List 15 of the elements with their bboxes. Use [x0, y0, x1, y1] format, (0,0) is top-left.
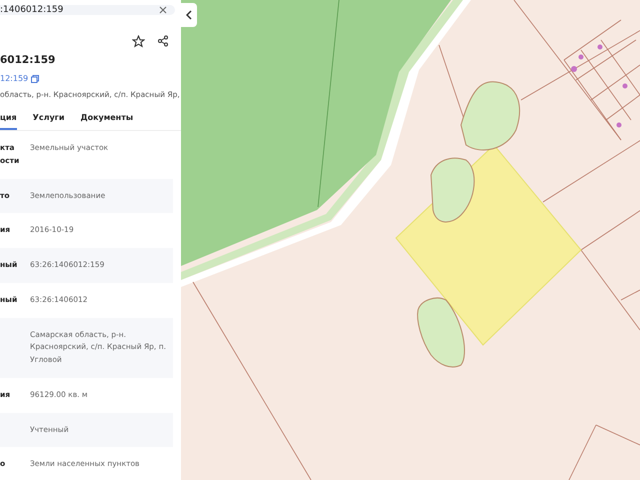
close-icon: [159, 6, 167, 14]
star-icon: [132, 35, 145, 48]
search-field[interactable]: :1406012:159: [0, 5, 175, 15]
share-icon: [157, 35, 169, 47]
search-value: :1406012:159: [0, 5, 64, 15]
copy-icon: [31, 74, 40, 82]
favorite-button[interactable]: [132, 35, 145, 48]
parcel-title: 6012:159: [0, 54, 56, 66]
clear-button[interactable]: [159, 6, 167, 14]
share-button[interactable]: [157, 35, 169, 48]
collapse-panel-button[interactable]: [181, 3, 197, 27]
tab[interactable]: Услуги: [32, 113, 64, 130]
tab[interactable]: Документы: [80, 113, 134, 130]
chevron-left-icon: [186, 10, 192, 20]
cadastral-link[interactable]: 12:159: [0, 74, 28, 83]
